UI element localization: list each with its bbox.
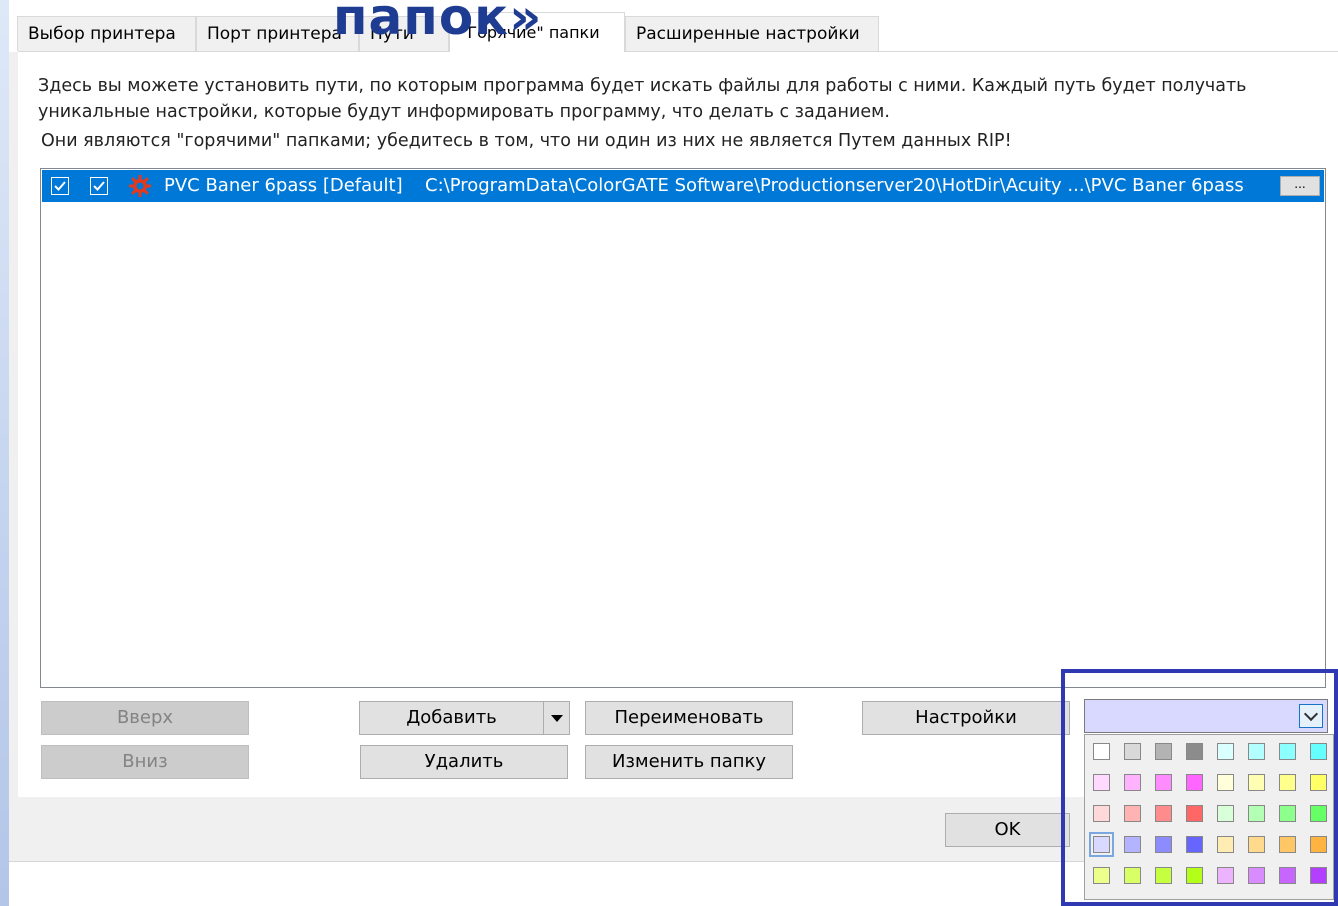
browse-button[interactable]: ... [1280, 176, 1320, 196]
slide-title-overlay: папок» [333, 0, 543, 46]
color-swatch[interactable] [1248, 867, 1265, 884]
hotfolder-path: C:\ProgramData\ColorGATE Software\Produc… [425, 175, 1244, 196]
color-swatch[interactable] [1279, 743, 1296, 760]
delete-button[interactable]: Удалить [360, 745, 568, 779]
hotfolder-list[interactable]: PVC Baner 6pass [Default] C:\ProgramData… [40, 168, 1326, 688]
settings-button[interactable]: Настройки [862, 701, 1070, 735]
color-swatch[interactable] [1186, 774, 1203, 791]
color-swatch[interactable] [1248, 805, 1265, 822]
check-icon [54, 181, 66, 191]
color-swatch[interactable] [1217, 743, 1234, 760]
color-swatch[interactable] [1248, 836, 1265, 853]
color-swatch[interactable] [1155, 836, 1172, 853]
color-swatch[interactable] [1310, 836, 1327, 853]
color-swatch[interactable] [1310, 774, 1327, 791]
add-button[interactable]: Добавить [359, 701, 544, 735]
rename-button[interactable]: Переименовать [585, 701, 793, 735]
color-swatch[interactable] [1217, 805, 1234, 822]
change-folder-button[interactable]: Изменить папку [585, 745, 793, 779]
active-checkbox[interactable] [90, 177, 108, 195]
ok-button[interactable]: OK [945, 813, 1070, 847]
chevron-down-icon [551, 715, 563, 722]
color-swatch[interactable] [1124, 774, 1141, 791]
color-swatch[interactable] [1093, 774, 1110, 791]
color-swatch[interactable] [1186, 836, 1203, 853]
description-line-1: Здесь вы можете установить пути, по кото… [38, 76, 1247, 96]
color-swatch[interactable] [1310, 805, 1327, 822]
tab-strip: Выбор принтера Порт принтера Пути "Горяч… [9, 0, 1338, 52]
color-swatch[interactable] [1186, 743, 1203, 760]
color-swatch[interactable] [1155, 774, 1172, 791]
color-swatch[interactable] [1279, 867, 1296, 884]
color-swatch[interactable] [1310, 743, 1327, 760]
color-select[interactable] [1084, 699, 1328, 733]
move-down-button[interactable]: Вниз [41, 745, 249, 779]
background-strip [0, 0, 9, 906]
gear-icon [129, 175, 151, 197]
color-swatch[interactable] [1124, 867, 1141, 884]
color-swatch[interactable] [1093, 743, 1110, 760]
color-swatch[interactable] [1217, 867, 1234, 884]
color-swatch[interactable] [1186, 805, 1203, 822]
description-line-3: Они являются "горячими" папками; убедите… [41, 131, 1012, 151]
enabled-checkbox[interactable] [51, 177, 69, 195]
color-swatch[interactable] [1124, 743, 1141, 760]
color-swatch[interactable] [1155, 743, 1172, 760]
tab-printer-select[interactable]: Выбор принтера [17, 16, 196, 51]
color-swatch[interactable] [1093, 867, 1110, 884]
color-swatch[interactable] [1155, 805, 1172, 822]
color-swatch[interactable] [1310, 867, 1327, 884]
color-swatch[interactable] [1093, 805, 1110, 822]
color-swatch[interactable] [1217, 836, 1234, 853]
color-swatch[interactable] [1279, 836, 1296, 853]
color-swatch[interactable] [1248, 774, 1265, 791]
color-swatch[interactable] [1217, 774, 1234, 791]
check-icon [93, 181, 105, 191]
color-swatch[interactable] [1279, 805, 1296, 822]
hotfolder-row[interactable]: PVC Baner 6pass [Default] C:\ProgramData… [42, 170, 1324, 202]
color-swatch[interactable] [1124, 836, 1141, 853]
color-swatch[interactable] [1089, 832, 1114, 857]
add-dropdown-button[interactable] [543, 701, 570, 735]
color-swatch[interactable] [1279, 774, 1296, 791]
description-line-2: уникальные настройки, которые будут инфо… [38, 102, 890, 122]
hotfolder-name: PVC Baner 6pass [Default] [164, 175, 403, 196]
tab-advanced-settings[interactable]: Расширенные настройки [625, 16, 879, 51]
color-dropdown-button[interactable] [1299, 704, 1323, 728]
chevron-down-icon [1303, 706, 1319, 722]
color-swatch[interactable] [1186, 867, 1203, 884]
move-up-button[interactable]: Вверх [41, 701, 249, 735]
color-swatch[interactable] [1155, 867, 1172, 884]
color-swatch[interactable] [1124, 805, 1141, 822]
color-palette [1084, 734, 1334, 900]
color-swatch[interactable] [1248, 743, 1265, 760]
